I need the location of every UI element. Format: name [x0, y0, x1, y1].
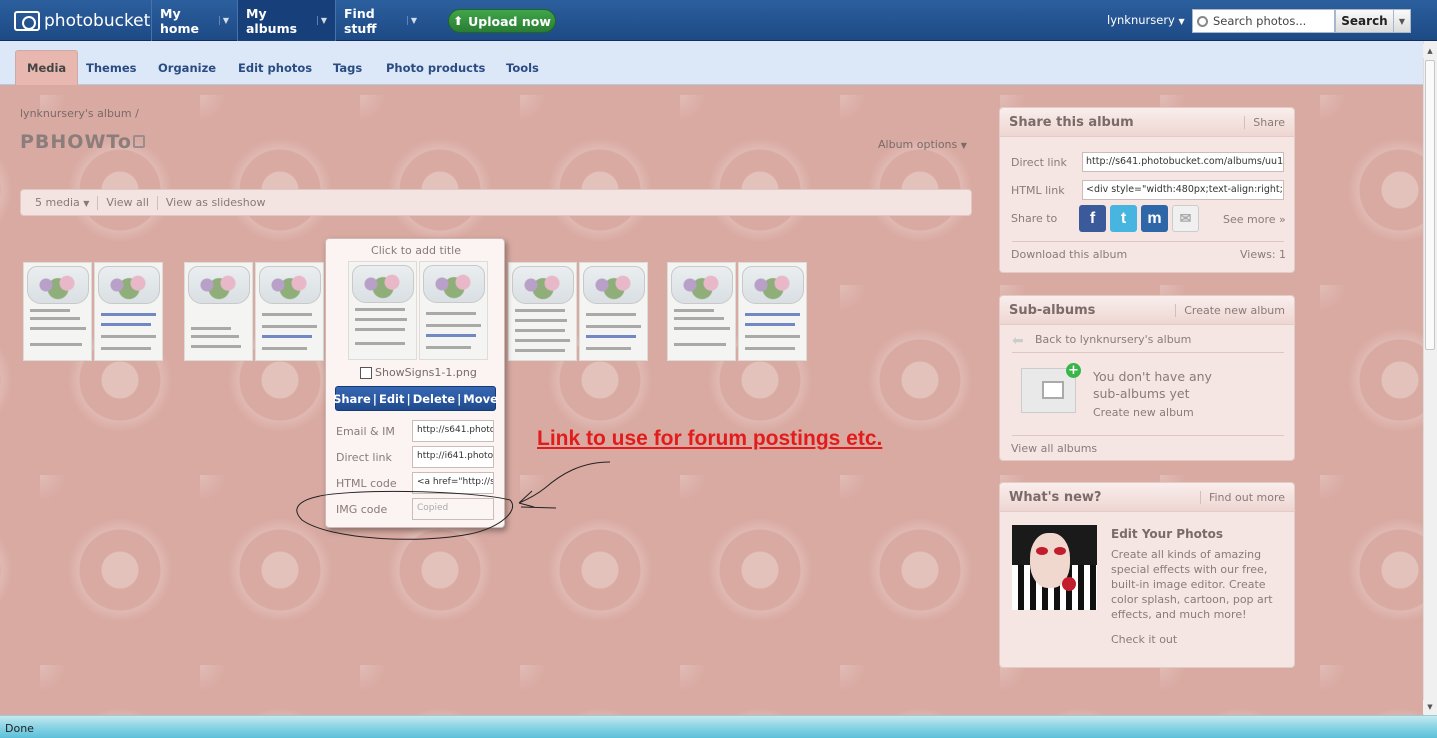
share-link[interactable]: Share: [1244, 116, 1285, 129]
empty-subalbums-line1: You don't have any: [1093, 369, 1212, 384]
annotation-text: Link to use for forum postings etc.: [537, 427, 883, 450]
facebook-icon[interactable]: f: [1079, 205, 1106, 232]
sub-albums-panel: Sub-albums Create new album ⬅ Back to ly…: [999, 295, 1295, 461]
create-new-album-link-2[interactable]: Create new album: [1093, 406, 1194, 419]
scroll-down-icon[interactable]: ▼: [1423, 700, 1437, 714]
see-more-link[interactable]: See more »: [1223, 213, 1286, 226]
email-icon[interactable]: ✉: [1172, 205, 1199, 232]
share-to-label: Share to: [1011, 212, 1058, 225]
view-all-albums-link[interactable]: View all albums: [1011, 442, 1097, 455]
twitter-icon[interactable]: t: [1110, 205, 1137, 232]
find-out-more-link[interactable]: Find out more: [1199, 491, 1285, 504]
divider: [1012, 435, 1284, 436]
divider: [1012, 241, 1284, 242]
panel-title: Sub-albums: [1009, 302, 1096, 318]
panel-title: Share this album: [1009, 114, 1134, 130]
share-album-panel: Share this album Share Direct link http:…: [999, 107, 1295, 273]
back-arrow-icon: ⬅: [1012, 333, 1024, 349]
annotation-circle: [296, 490, 513, 540]
empty-subalbums-line2: sub-albums yet: [1093, 386, 1190, 401]
status-text: Done: [5, 722, 34, 735]
browser-status-bar: Done: [0, 715, 1437, 738]
plus-icon[interactable]: +: [1066, 363, 1081, 378]
album-html-link-field[interactable]: <div style="width:480px;text-align:right…: [1082, 180, 1284, 200]
direct-link-label: Direct link: [1011, 156, 1067, 169]
panel-header: What's new? Find out more: [1000, 483, 1294, 512]
edit-photos-promo-image[interactable]: [1012, 525, 1097, 610]
scrollbar-thumb[interactable]: [1425, 60, 1435, 350]
panel-header: Share this album Share: [1000, 108, 1294, 137]
panel-header: Sub-albums Create new album: [1000, 296, 1294, 325]
promo-heading: Edit Your Photos: [1111, 527, 1223, 541]
views-count: Views: 1: [1240, 248, 1287, 261]
download-album-link[interactable]: Download this album: [1011, 248, 1127, 261]
album-direct-link-field[interactable]: http://s641.photobucket.com/albums/uu138: [1082, 152, 1284, 172]
annotation-arrow: [518, 461, 611, 509]
scroll-up-icon[interactable]: ▲: [1423, 44, 1437, 58]
promo-body: Create all kinds of amazing special effe…: [1111, 548, 1273, 621]
back-to-album-link[interactable]: Back to lynknursery's album: [1035, 333, 1191, 346]
whats-new-panel: What's new? Find out more Edit Your Phot…: [999, 482, 1295, 668]
panel-title: What's new?: [1009, 489, 1102, 505]
create-new-album-link[interactable]: Create new album: [1175, 304, 1285, 317]
myspace-icon[interactable]: m: [1141, 205, 1168, 232]
html-link-label: HTML link: [1011, 184, 1065, 197]
check-it-out-link[interactable]: Check it out: [1111, 633, 1177, 646]
divider: [1012, 352, 1284, 353]
